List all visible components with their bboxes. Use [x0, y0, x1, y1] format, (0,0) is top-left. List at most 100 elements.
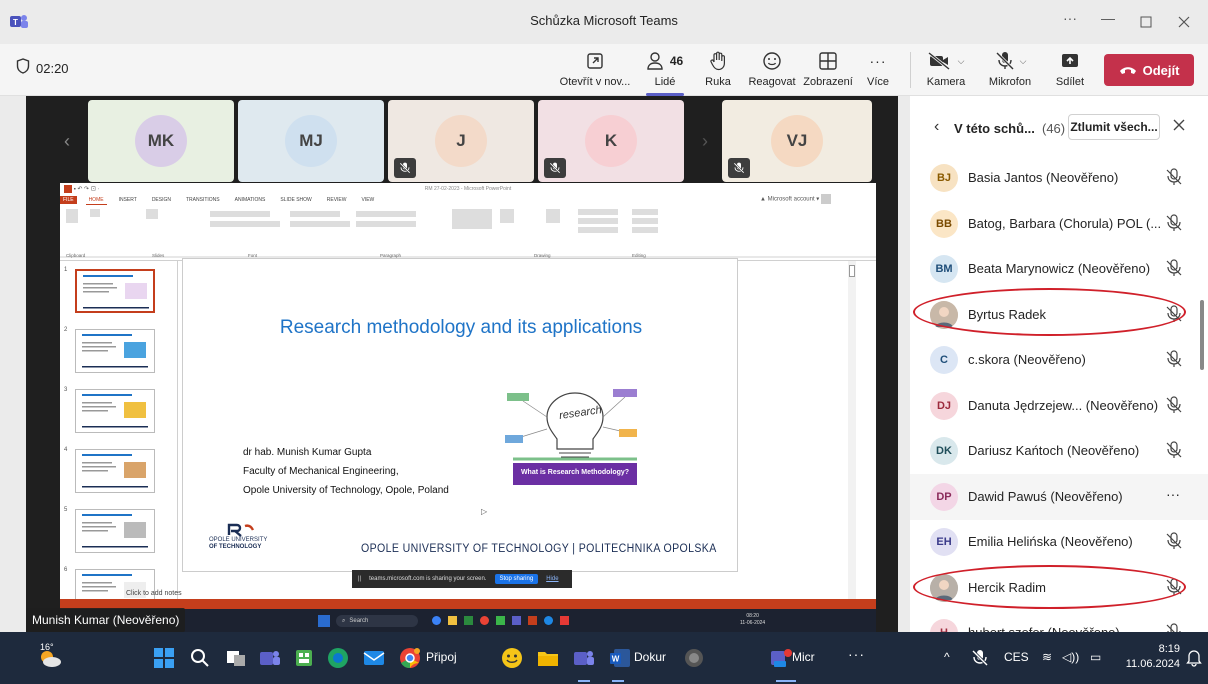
ppt-tab[interactable]: FILE: [60, 196, 77, 204]
tile-avatar: K: [585, 115, 637, 167]
thumb-number: 6: [64, 567, 68, 573]
mute-all-button[interactable]: Ztlumit všech...: [1068, 114, 1160, 140]
video-tile[interactable]: J: [388, 100, 534, 182]
widgets-icon[interactable]: [290, 644, 318, 672]
share-label: Sdílet: [1055, 76, 1085, 88]
raise-hand-button[interactable]: Ruka: [700, 48, 736, 92]
people-button[interactable]: 46 Lidé: [640, 48, 690, 96]
hand-icon: [709, 48, 727, 74]
teams-chat-icon[interactable]: [256, 644, 284, 672]
taskbar-pripoj-label[interactable]: Připoj: [426, 650, 457, 664]
share-banner-text: teams.microsoft.com is sharing your scre…: [369, 576, 487, 582]
tray-chevron-icon[interactable]: ^: [944, 650, 950, 664]
mic-button[interactable]: ⌵ Mikrofon: [980, 48, 1040, 92]
teams-icon[interactable]: [570, 644, 598, 672]
slide-thumbnail[interactable]: [75, 449, 155, 493]
chrome-icon[interactable]: [396, 644, 424, 672]
taskbar-teams-label[interactable]: Micr: [792, 650, 815, 664]
toolbar-divider: [910, 52, 911, 88]
slide-thumbnail[interactable]: [75, 389, 155, 433]
more-button[interactable]: ··· Více: [862, 48, 894, 92]
system-clock[interactable]: 8:19 11.06.2024: [1124, 642, 1180, 672]
clock-time: 8:19: [1158, 643, 1180, 655]
volume-icon[interactable]: ◁)): [1062, 650, 1079, 664]
react-button[interactable]: Reagovat: [744, 48, 800, 92]
slide-thumbnail[interactable]: [75, 269, 155, 313]
presenter-search-label: Search: [349, 618, 369, 624]
ppt-tab[interactable]: DESIGN: [149, 196, 174, 204]
camera-button[interactable]: ⌵ Kamera: [922, 48, 970, 92]
search-icon[interactable]: [186, 644, 214, 672]
title-bar: T Schůzka Microsoft Teams ··· —: [0, 0, 1208, 44]
minimize-button[interactable]: —: [1096, 10, 1120, 34]
tiles-prev-button[interactable]: ‹: [52, 100, 82, 182]
video-tile[interactable]: MJ: [238, 100, 384, 182]
ppt-tab[interactable]: TRANSITIONS: [183, 196, 223, 204]
emoji-app-icon[interactable]: [498, 644, 526, 672]
ppt-tab[interactable]: ANIMATIONS: [232, 196, 269, 204]
video-tile[interactable]: K: [538, 100, 684, 182]
leave-button[interactable]: Odejít: [1104, 54, 1194, 86]
ppt-scroll-thumb[interactable]: [849, 265, 855, 277]
tiles-next-button[interactable]: ›: [690, 100, 720, 182]
notification-bell-icon[interactable]: [1180, 644, 1208, 672]
participant-mic-off-icon: [1166, 532, 1182, 550]
participant-more-icon[interactable]: ···: [1166, 486, 1180, 502]
share-button[interactable]: Sdílet: [1050, 48, 1090, 92]
open-new-window-button[interactable]: Otevřít v nov...: [560, 48, 630, 92]
participant-avatar: C: [930, 346, 958, 374]
ppt-ribbon-body: [60, 205, 876, 261]
tile-mic-off-icon: [544, 158, 566, 178]
participant-row[interactable]: DP Dawid Pawuś (Neověřeno) ···: [910, 473, 1208, 520]
participant-row[interactable]: Cc.skora (Neověřeno): [910, 337, 1208, 383]
maximize-button[interactable]: [1134, 10, 1158, 34]
panel-back-icon[interactable]: ‹: [934, 118, 939, 136]
participant-row[interactable]: EH Emilia Helińska (Neověřeno): [910, 519, 1208, 565]
keyboard-language[interactable]: CES: [1004, 650, 1029, 664]
windows-start-icon[interactable]: [150, 644, 178, 672]
ppt-account[interactable]: ▲ Microsoft account ▾: [760, 194, 831, 204]
participants-panel: ‹ V této schů... (46) Ztlumit všech... B…: [910, 96, 1208, 647]
share-icon: [1060, 48, 1080, 74]
slide-thumbnail[interactable]: [75, 509, 155, 553]
notes-placeholder[interactable]: Click to add notes: [126, 590, 182, 597]
word-icon[interactable]: W: [606, 644, 634, 672]
ppt-slide-scrollbar[interactable]: [848, 261, 856, 617]
thumb-number: 4: [64, 447, 68, 453]
task-view-icon[interactable]: [222, 644, 250, 672]
participant-row[interactable]: BJ Basia Jantos (Neověřeno): [910, 155, 1208, 201]
tray-mic-muted-icon[interactable]: [966, 644, 994, 672]
participant-name: Batog, Barbara (Chorula) POL (...: [968, 215, 1162, 231]
taskbar-dokument-label[interactable]: Dokur: [634, 650, 666, 664]
panel-scrollbar[interactable]: [1200, 300, 1204, 370]
title-more-button[interactable]: ···: [1058, 10, 1082, 34]
camera-chevron-icon[interactable]: ⌵: [958, 56, 965, 67]
mic-chevron-icon[interactable]: ⌵: [1020, 56, 1027, 67]
highlight-circle: [913, 288, 1186, 336]
ppt-tab[interactable]: REVIEW: [324, 196, 350, 204]
participant-row[interactable]: DK Dariusz Kańtoch (Neověřeno): [910, 428, 1208, 474]
slide-thumbnail[interactable]: [75, 329, 155, 373]
app-icon[interactable]: [680, 644, 708, 672]
more-icon: ···: [869, 53, 887, 69]
close-window-button[interactable]: [1172, 10, 1196, 34]
participant-row[interactable]: DJ Danuta Jędrzejew... (Neověřeno): [910, 383, 1208, 429]
participant-row[interactable]: BM Beata Marynowicz (Neověřeno): [910, 246, 1208, 292]
mail-icon[interactable]: [360, 644, 388, 672]
stop-sharing-button[interactable]: Stop sharing: [494, 574, 539, 584]
taskbar-more-icon[interactable]: ···: [848, 646, 865, 662]
view-button[interactable]: Zobrazení: [800, 48, 856, 92]
participant-row[interactable]: BB Batog, Barbara (Chorula) POL (...: [910, 201, 1208, 247]
edge-icon[interactable]: [324, 644, 352, 672]
hide-banner-link[interactable]: Hide: [546, 576, 558, 582]
ppt-tab[interactable]: VIEW: [359, 196, 378, 204]
video-tile[interactable]: VJ: [722, 100, 872, 182]
video-tile[interactable]: MK: [88, 100, 234, 182]
ppt-tab[interactable]: HOME: [85, 196, 107, 205]
ppt-tab[interactable]: INSERT: [116, 196, 140, 204]
battery-icon[interactable]: ▭: [1090, 650, 1101, 664]
close-panel-icon[interactable]: [1172, 118, 1186, 132]
ppt-tab[interactable]: SLIDE SHOW: [277, 196, 314, 204]
file-explorer-icon[interactable]: [534, 644, 562, 672]
wifi-icon[interactable]: ≋: [1042, 650, 1052, 664]
